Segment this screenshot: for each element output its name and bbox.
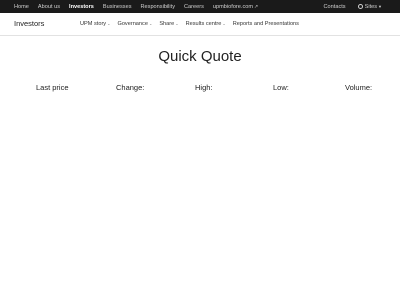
- subnav-item-label: Governance: [117, 21, 148, 27]
- page-title: Quick Quote: [158, 48, 242, 65]
- last-price-label: Last price: [36, 83, 69, 92]
- nav-item-businesses[interactable]: Businesses: [103, 4, 132, 10]
- nav-item-investors[interactable]: Investors: [69, 4, 94, 10]
- external-link-icon: ↗: [254, 3, 259, 10]
- sites-dropdown[interactable]: Sites▼: [357, 3, 382, 10]
- quick-quote-row: Last price Change: High: Low: Volume:: [0, 83, 400, 93]
- main-nav: Home About us Investors Businesses Respo…: [14, 0, 267, 13]
- subnav-item-governance[interactable]: Governance⌄: [117, 21, 152, 27]
- section-title[interactable]: Investors: [14, 19, 44, 28]
- section-subheader: Investors UPM story⌄ Governance⌄ Share⌄ …: [0, 13, 400, 36]
- subnav-item-label: Results centre: [185, 21, 222, 27]
- contacts-link[interactable]: Contacts: [324, 4, 346, 10]
- change-label: Change:: [116, 83, 145, 92]
- sites-label: Sites: [364, 3, 378, 10]
- nav-item-about-us[interactable]: About us: [38, 4, 60, 10]
- nav-item-upmbiofore-label: upmbiofore.com: [212, 3, 254, 10]
- nav-item-upmbiofore[interactable]: upmbiofore.com↗: [213, 4, 258, 10]
- subnav-item-label: UPM story: [80, 21, 107, 27]
- chevron-down-icon: ▼: [378, 3, 382, 9]
- globe-icon: [357, 3, 363, 9]
- subnav-item-label: Share: [159, 21, 175, 27]
- section-subnav: UPM story⌄ Governance⌄ Share⌄ Results ce…: [80, 13, 306, 35]
- subnav-item-upm-story[interactable]: UPM story⌄: [80, 21, 110, 27]
- nav-item-home[interactable]: Home: [14, 4, 29, 10]
- chevron-down-icon: ⌄: [222, 21, 226, 26]
- volume-label: Volume:: [345, 83, 373, 92]
- high-label: High:: [195, 83, 213, 92]
- subnav-item-label: Reports and Presentations: [232, 21, 299, 27]
- subnav-item-share[interactable]: Share⌄: [159, 21, 178, 27]
- nav-item-responsibility[interactable]: Responsibility: [141, 4, 176, 10]
- subnav-item-reports-presentations[interactable]: Reports and Presentations: [233, 21, 299, 27]
- top-right-links: Contacts Sites▼: [312, 0, 382, 13]
- chevron-down-icon: ⌄: [148, 21, 153, 26]
- low-label: Low:: [273, 83, 289, 92]
- nav-item-careers[interactable]: Careers: [184, 4, 204, 10]
- chevron-down-icon: ⌄: [175, 21, 179, 26]
- chevron-down-icon: ⌄: [107, 21, 111, 26]
- subnav-item-results-centre[interactable]: Results centre⌄: [186, 21, 226, 27]
- top-navigation-bar: Home About us Investors Businesses Respo…: [0, 0, 400, 13]
